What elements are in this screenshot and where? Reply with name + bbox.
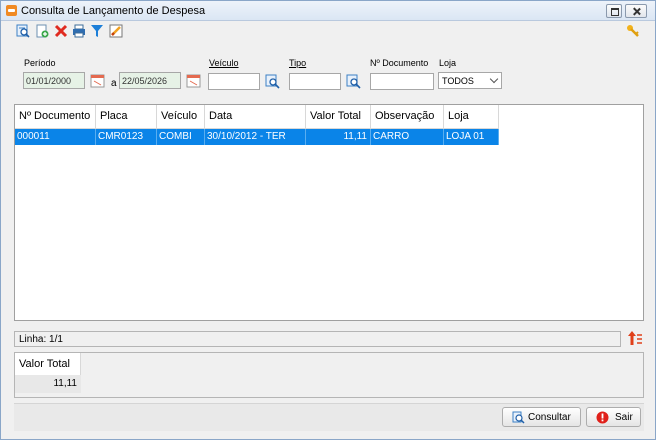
column-header[interactable]: Data <box>205 105 306 129</box>
loja-label: Loja <box>439 58 457 68</box>
documento-field[interactable] <box>370 73 434 90</box>
totals-header: Valor Total <box>15 353 81 375</box>
column-header[interactable]: Valor Total <box>306 105 371 129</box>
consultar-button[interactable]: Consultar <box>502 407 581 427</box>
loja-select[interactable]: TODOS <box>438 72 502 89</box>
chevron-down-icon <box>489 74 499 84</box>
table-cell: LOJA 01 <box>444 129 499 145</box>
tipo-field[interactable] <box>289 73 341 90</box>
close-button[interactable] <box>625 4 647 18</box>
totals-panel: Valor Total 11,11 <box>14 352 644 398</box>
calendar-icon[interactable] <box>186 73 201 88</box>
column-header[interactable]: Placa <box>96 105 157 129</box>
loja-select-value: TODOS <box>442 76 474 86</box>
sair-button[interactable]: Sair <box>586 407 641 427</box>
veiculo-label: Veículo <box>209 58 239 68</box>
window: Consulta de Lançamento de Despesa Períod… <box>0 0 656 440</box>
table-cell: CMR0123 <box>96 129 157 145</box>
window-title: Consulta de Lançamento de Despesa <box>21 5 206 17</box>
table-cell: CARRO <box>371 129 444 145</box>
table-cell: 000011 <box>15 129 96 145</box>
print-icon[interactable] <box>72 24 86 38</box>
totals-value: 11,11 <box>15 375 81 393</box>
search-preview-icon[interactable] <box>16 24 30 38</box>
key-icon[interactable] <box>626 24 640 38</box>
sort-icon[interactable] <box>628 330 642 346</box>
column-header[interactable]: Veículo <box>157 105 205 129</box>
table-row[interactable]: 000011 CMR0123 COMBI 30/10/2012 - TER 11… <box>15 129 499 145</box>
search-icon <box>512 411 525 424</box>
periodo-start-field[interactable]: 01/01/2000 <box>23 72 85 89</box>
restore-button[interactable] <box>606 4 622 18</box>
periodo-separator: a <box>111 78 117 89</box>
periodo-end-field[interactable]: 22/05/2026 <box>119 72 181 89</box>
column-header[interactable]: Loja <box>444 105 499 129</box>
delete-x-icon[interactable] <box>54 24 68 38</box>
title-bar: Consulta de Lançamento de Despesa <box>1 1 655 21</box>
column-header[interactable]: Nº Documento <box>15 105 96 129</box>
column-header[interactable]: Observação <box>371 105 444 129</box>
exit-icon <box>596 411 609 424</box>
calendar-icon[interactable] <box>90 73 105 88</box>
periodo-label: Período <box>24 58 56 68</box>
documento-label: Nº Documento <box>370 58 429 68</box>
tipo-label: Tipo <box>289 58 307 68</box>
sair-label: Sair <box>615 412 633 423</box>
consultar-label: Consultar <box>528 412 571 423</box>
search-icon[interactable] <box>346 74 361 89</box>
add-document-icon[interactable] <box>35 24 49 38</box>
edit-pencil-icon[interactable] <box>109 24 123 38</box>
filter-icon[interactable] <box>90 24 104 38</box>
table-cell: COMBI <box>157 129 205 145</box>
results-grid[interactable]: Nº Documento Placa Veículo Data Valor To… <box>14 104 644 321</box>
row-status: Linha: 1/1 <box>14 331 621 347</box>
app-icon <box>6 5 17 16</box>
table-cell: 30/10/2012 - TER <box>205 129 306 145</box>
table-cell: 11,11 <box>306 129 371 145</box>
veiculo-field[interactable] <box>208 73 260 90</box>
grid-header: Nº Documento Placa Veículo Data Valor To… <box>15 105 499 129</box>
search-icon[interactable] <box>265 74 280 89</box>
